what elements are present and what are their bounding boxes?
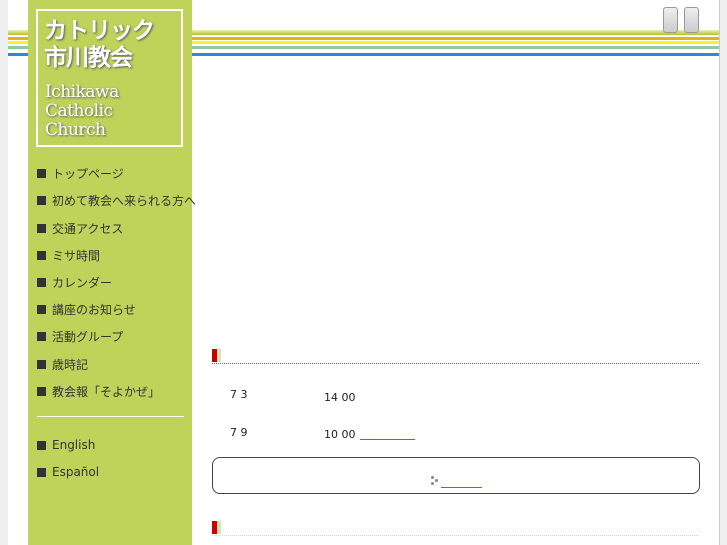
nav-label: カレンダー [52,276,113,290]
section-marker [212,349,221,362]
section-divider [212,535,699,536]
nav-item-groups[interactable]: 活動グループ [37,328,192,345]
nav-item-first-visit[interactable]: 初めて教会へ来られる方へ [37,192,196,209]
notice-box [212,457,700,494]
logo-jp-line2: 市川教会 [44,44,133,71]
event-time: 10 00 [324,428,356,441]
nav-label: 講座のお知らせ [52,303,136,317]
logo-en-line2: Catholic [45,101,113,121]
bullet-icon [37,196,46,205]
site-logo[interactable]: カトリック 市川教会 Ichikawa Catholic Church [36,9,183,147]
nav-item-newsletter[interactable]: 教会報「そよかぜ」 [37,383,192,400]
header-button-2[interactable] [684,7,699,33]
nav-label: English [52,438,96,452]
logo-en-line1: Ichikawa [45,82,119,102]
bullet-icon [37,169,46,178]
bullet-icon [37,224,46,233]
event-link[interactable] [360,439,415,440]
dots-icon [430,476,439,486]
nav-item-calendar[interactable]: カレンダー [37,274,192,291]
sidebar-divider [37,416,184,417]
nav-item-top[interactable]: トップページ [37,165,192,182]
event-date: 7 3 [230,388,248,401]
nav-item-english[interactable]: English [37,438,192,452]
nav-label: 初めて教会へ来られる方へ [52,194,197,208]
event-date: 7 9 [230,426,248,439]
bullet-icon [37,251,46,260]
bullet-icon [37,467,46,477]
notice-link[interactable] [441,487,482,488]
section-marker [212,521,221,534]
bullet-icon [37,387,46,396]
nav-label: 歳時記 [52,358,89,372]
nav-label: 活動グループ [52,330,124,344]
nav-label: 教会報「そよかぜ」 [52,385,161,399]
section-divider [212,363,699,364]
bullet-icon [37,305,46,314]
bullet-icon [37,278,46,287]
nav-item-seasons[interactable]: 歳時記 [37,356,192,373]
bullet-icon [37,332,46,341]
nav-label: ミサ時間 [52,249,101,263]
nav-item-courses[interactable]: 講座のお知らせ [37,301,192,318]
event-time: 14 00 [324,391,356,404]
nav-item-espanol[interactable]: Español [37,465,192,479]
nav-label: トップページ [52,167,124,181]
logo-en-line3: Church [45,120,106,140]
nav-label: Español [52,465,100,479]
logo-jp-line1: カトリック [44,17,155,44]
bullet-icon [37,360,46,369]
nav-label: 交通アクセス [52,222,124,236]
bullet-icon [37,440,46,450]
nav-item-mass-times[interactable]: ミサ時間 [37,247,192,264]
header-button-1[interactable] [663,7,678,33]
nav-item-access[interactable]: 交通アクセス [37,220,192,237]
